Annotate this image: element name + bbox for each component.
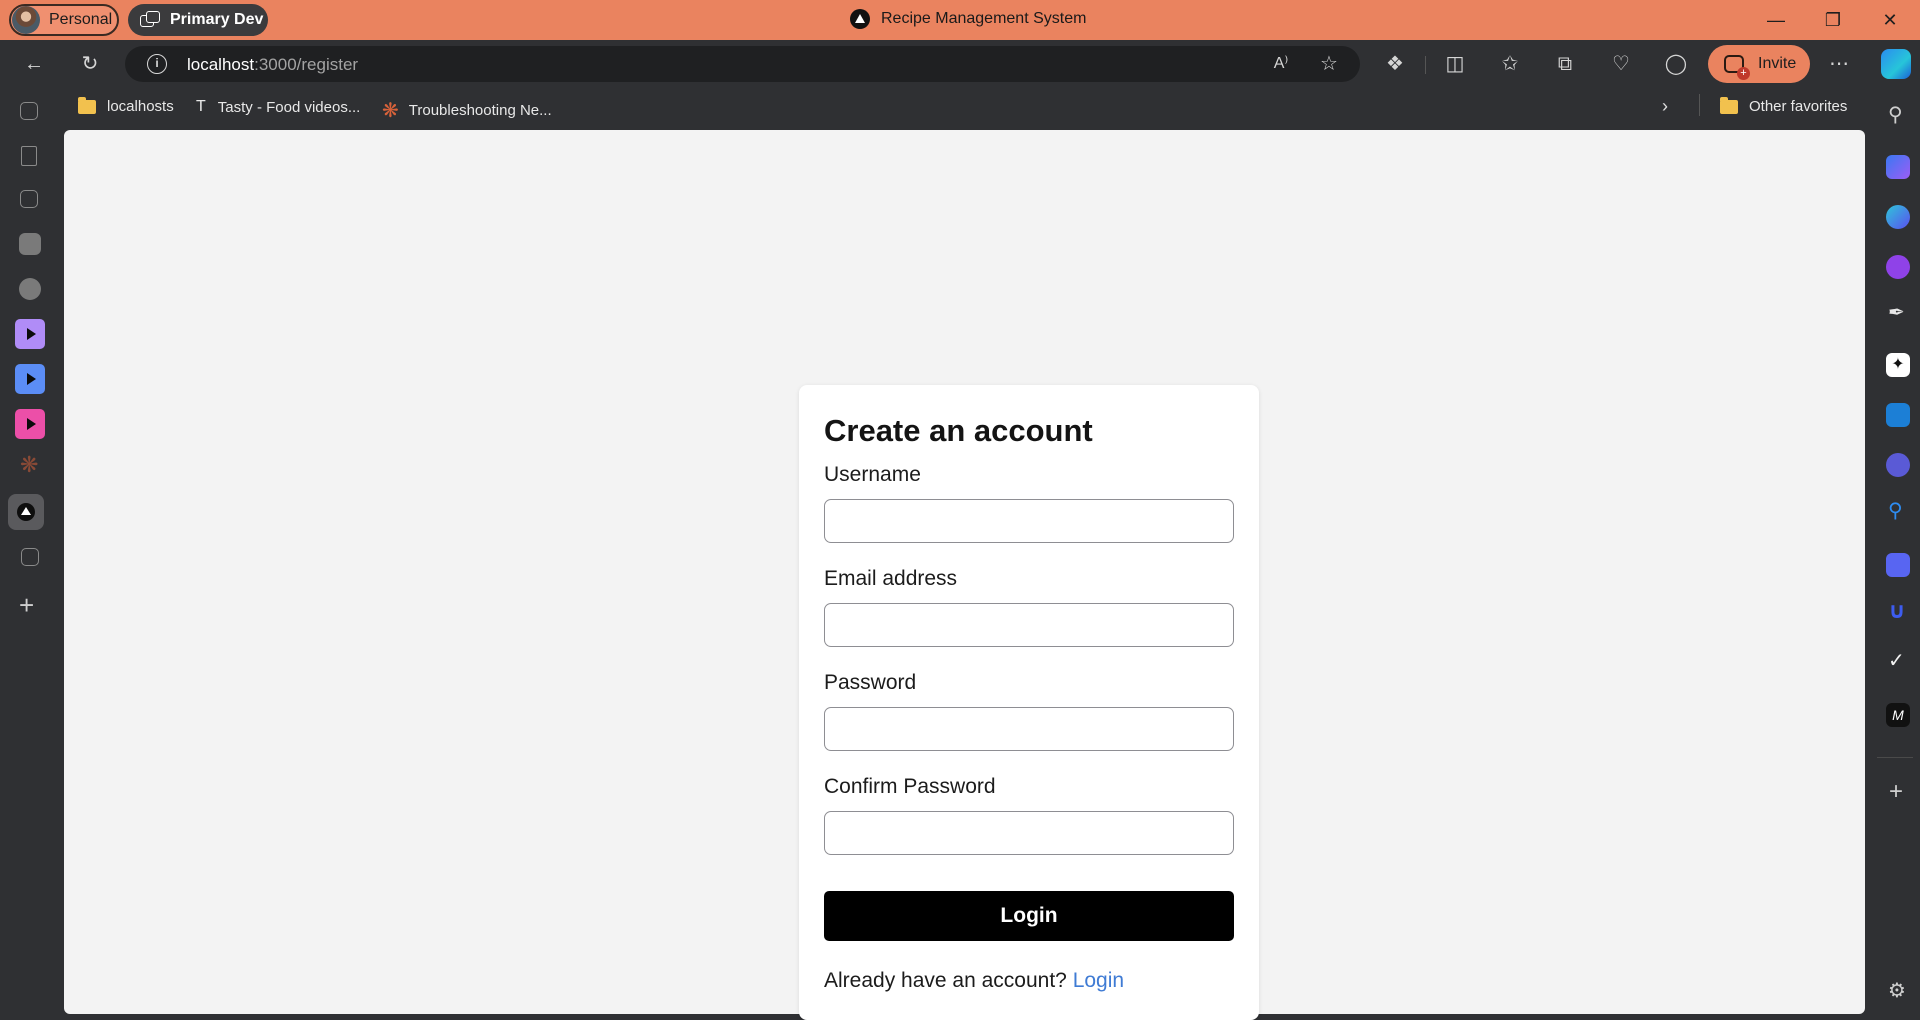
favorite-localhosts[interactable]: localhosts (78, 96, 174, 115)
address-bar[interactable]: i localhost:3000/register A⁾ ☆ (125, 46, 1360, 82)
workspaces-icon (140, 11, 162, 29)
favorite-label: Tasty - Food videos... (217, 98, 361, 116)
tab-recipe-management-active[interactable] (8, 494, 44, 530)
other-favorites-folder[interactable]: Other favorites (1720, 96, 1848, 115)
window-title-text: Recipe Management System (881, 10, 1087, 27)
close-button[interactable]: ✕ (1876, 6, 1904, 34)
minimize-button[interactable]: — (1762, 6, 1790, 34)
new-tab-page-icon[interactable] (21, 146, 37, 166)
login-link[interactable]: Login (1073, 969, 1124, 992)
other-favorites-label: Other favorites (1749, 98, 1848, 115)
password-field[interactable] (824, 707, 1234, 751)
sidebar-add-icon[interactable]: + (1889, 778, 1903, 806)
title-bar: Personal Primary Dev Recipe Management S… (0, 0, 1920, 40)
u-app-icon[interactable] (1886, 255, 1910, 279)
burst-icon: ❋ (382, 100, 399, 122)
burst-tab-icon[interactable]: ❋ (20, 452, 38, 478)
sidebar-settings-icon[interactable]: ⚙ (1888, 978, 1906, 1003)
window-title: Recipe Management System (850, 9, 1086, 29)
confirm-password-label: Confirm Password (824, 775, 996, 798)
workspace-button[interactable]: Primary Dev (128, 4, 268, 36)
tab-actions-icon[interactable] (20, 102, 38, 120)
edge-sidebar: ⚲ ✒ ✦ ⚲ ∪ ✓ M + ⚙ (1876, 88, 1920, 1020)
chatgpt-tab-icon[interactable] (19, 233, 41, 255)
favorites-bar: localhosts Τ Tasty - Food videos... ❋ Tr… (62, 88, 1862, 128)
back-arrow-icon[interactable]: ← (20, 50, 48, 78)
email-field[interactable] (824, 603, 1234, 647)
workspace-tab-icon[interactable] (20, 190, 38, 208)
page-viewport: Create an account Username Email address… (64, 130, 1865, 1020)
toolbar-divider (1425, 56, 1426, 74)
teams-app-icon[interactable] (1886, 453, 1910, 477)
url-path: :3000/register (254, 55, 359, 74)
favorites-divider (1699, 94, 1700, 116)
check-app-icon[interactable]: ✓ (1888, 648, 1905, 673)
browser-essentials-icon[interactable]: ♡ (1607, 50, 1635, 78)
invite-label: Invite (1758, 55, 1797, 72)
extensions-icon[interactable]: ❖ (1381, 50, 1409, 78)
github-tab-icon[interactable] (19, 278, 41, 300)
more-options-icon[interactable]: ⋯ (1825, 50, 1853, 78)
vertical-tabs-sidebar: ❋ + (0, 88, 52, 1020)
restore-button[interactable]: ❐ (1819, 6, 1847, 34)
video-tab-pink-icon[interactable] (15, 409, 45, 439)
password-label: Password (824, 671, 917, 694)
invite-icon (1724, 55, 1750, 80)
split-screen-icon[interactable]: ◫ (1441, 50, 1469, 78)
copilot-app-icon[interactable] (1886, 155, 1910, 179)
m-app-icon[interactable]: M (1886, 703, 1910, 727)
invite-button[interactable]: Invite (1708, 45, 1810, 83)
folder-icon (78, 96, 96, 114)
site-logo-icon (850, 9, 870, 29)
url-host: localhost (187, 55, 255, 74)
workspace-name: Primary Dev (170, 11, 264, 28)
email-label: Email address (824, 567, 958, 590)
favorites-icon[interactable]: ✩ (1496, 50, 1524, 78)
page-title: Create an account (824, 413, 1093, 448)
site-info-icon[interactable]: i (147, 54, 167, 74)
favorite-tasty[interactable]: Τ Tasty - Food videos... (196, 98, 360, 116)
feedback-icon[interactable]: ◯ (1662, 50, 1690, 78)
profile-name: Personal (49, 11, 113, 28)
sidebar-divider (1877, 757, 1913, 758)
url-text[interactable]: localhost:3000/register (187, 55, 358, 75)
username-field[interactable] (824, 499, 1234, 543)
video-tab-purple-icon[interactable] (15, 319, 45, 349)
register-card: Create an account Username Email address… (799, 385, 1259, 1020)
refresh-icon[interactable]: ↻ (76, 50, 104, 78)
login-prompt: Already have an account? Login (824, 969, 1124, 993)
folder-icon (1720, 96, 1738, 114)
vs-app-icon[interactable]: ∪ (1888, 598, 1906, 624)
login-prompt-text: Already have an account? (824, 969, 1067, 992)
sparkle-app-icon[interactable]: ✦ (1886, 353, 1910, 377)
favorite-star-icon[interactable]: ☆ (1315, 50, 1343, 78)
site-logo-icon (17, 503, 35, 521)
video-tab-blue-icon[interactable] (15, 364, 45, 394)
submit-button[interactable]: Login (824, 891, 1234, 941)
favorite-troubleshooting[interactable]: ❋ Troubleshooting Ne... (382, 98, 552, 123)
navigation-bar: ← ↻ i localhost:3000/register A⁾ ☆ ❖ ◫ ✩… (0, 40, 1920, 88)
read-aloud-icon[interactable]: A⁾ (1267, 50, 1295, 78)
discord-app-icon[interactable] (1886, 553, 1910, 577)
sidebar-search-icon[interactable]: ⚲ (1888, 102, 1903, 127)
profile-button[interactable]: Personal (9, 4, 119, 36)
trello-app-icon[interactable] (1886, 403, 1910, 427)
saved-tab-icon[interactable] (21, 548, 39, 566)
bing-search-app-icon[interactable]: ⚲ (1888, 498, 1903, 523)
tasty-icon: Τ (196, 98, 206, 115)
favorite-label: localhosts (107, 98, 174, 115)
favorite-label: Troubleshooting Ne... (408, 102, 552, 119)
new-tab-plus-icon[interactable]: + (19, 590, 34, 621)
collections-icon[interactable]: ⧉ (1551, 50, 1579, 78)
quill-app-icon[interactable]: ✒ (1888, 300, 1905, 325)
username-label: Username (824, 463, 921, 486)
favorites-overflow-chevron-icon[interactable]: › (1662, 96, 1668, 117)
canva-app-icon[interactable] (1886, 205, 1910, 229)
avatar (12, 6, 40, 34)
confirm-password-field[interactable] (824, 811, 1234, 855)
copilot-icon[interactable] (1881, 49, 1911, 79)
